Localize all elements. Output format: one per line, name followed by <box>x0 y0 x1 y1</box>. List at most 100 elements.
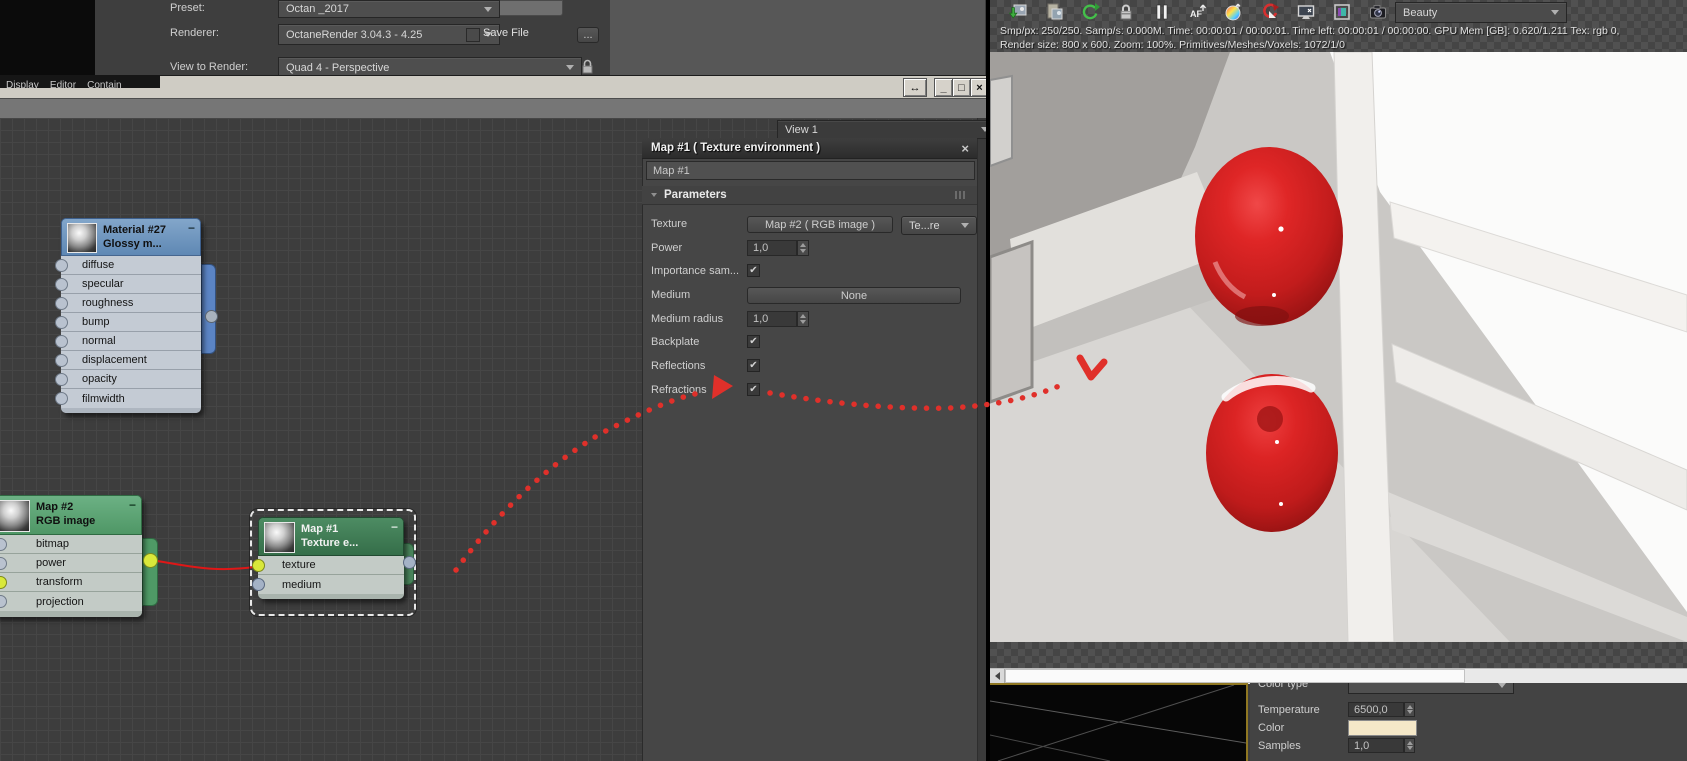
view-tab[interactable]: View 1 <box>777 120 997 139</box>
texture-type-combo[interactable]: Te...re <box>901 216 977 235</box>
render-region-icon[interactable] <box>1260 2 1280 22</box>
samples-spinner[interactable]: 1,0 <box>1348 738 1404 753</box>
collapse-node-icon[interactable]: − <box>391 521 398 533</box>
save-file-checkbox[interactable] <box>466 28 480 42</box>
material-node-header[interactable]: Material #27 Glossy m... − <box>61 218 201 256</box>
map2-node-output-tab[interactable] <box>142 538 158 606</box>
render-pass-dropdown[interactable]: Beauty <box>1395 2 1567 23</box>
spinner-down-icon[interactable] <box>1406 710 1413 715</box>
resize-window-button[interactable]: ↔ <box>903 78 927 97</box>
slot-transform[interactable]: transform <box>0 573 142 592</box>
spinner-up-icon[interactable] <box>800 314 806 318</box>
film-region-icon[interactable] <box>1332 2 1352 22</box>
slot-specular[interactable]: specular <box>61 275 201 294</box>
lock-icon[interactable] <box>1116 2 1136 22</box>
material-pin-filmwidth[interactable] <box>55 392 68 405</box>
refractions-checkbox[interactable]: ✔ <box>747 383 760 396</box>
rollout-grip-icon[interactable] <box>955 191 967 199</box>
medium-radius-label: Medium radius <box>651 313 724 325</box>
preset-dropdown[interactable]: Octan _2017 <box>278 0 500 18</box>
map2-output-pin[interactable] <box>143 553 158 568</box>
map2-node-header[interactable]: Map #2 RGB image − <box>0 495 142 535</box>
spinner-down-icon[interactable] <box>800 249 806 253</box>
map2-node[interactable]: Map #2 RGB image − bitmap power transfor… <box>0 495 142 617</box>
scroll-thumb[interactable] <box>1005 669 1465 683</box>
temperature-spinner[interactable]: 6500,0 <box>1348 702 1404 717</box>
material-pin-diffuse[interactable] <box>55 259 68 272</box>
color-swatch[interactable] <box>1348 720 1417 736</box>
samples-spinner-arrows[interactable] <box>1404 738 1415 753</box>
temperature-label: Temperature <box>1258 704 1320 716</box>
collapse-node-icon[interactable]: − <box>188 222 195 234</box>
render-hscrollbar[interactable] <box>990 668 1687 684</box>
copy-to-clipboard-icon[interactable] <box>1044 2 1064 22</box>
minimize-button[interactable]: _ <box>934 78 953 97</box>
slot-bump[interactable]: bump <box>61 313 201 332</box>
medium-button[interactable]: None <box>747 287 961 304</box>
material-pin-specular[interactable] <box>55 278 68 291</box>
material-pin-opacity[interactable] <box>55 373 68 386</box>
map1-node-header[interactable]: Map #1 Texture e... − <box>258 517 404 556</box>
medium-radius-row: Medium radius <box>651 311 723 327</box>
spinner-up-icon[interactable] <box>800 243 806 247</box>
map1-output-pin[interactable] <box>403 556 416 569</box>
wireframe-viewport[interactable] <box>989 683 1248 761</box>
restart-render-icon[interactable] <box>1080 2 1100 22</box>
spinner-down-icon[interactable] <box>1406 746 1413 751</box>
material-output-pin[interactable] <box>205 310 218 323</box>
medium-row: Medium <box>651 287 690 303</box>
scroll-left-button[interactable] <box>990 669 1005 683</box>
slot-filmwidth[interactable]: filmwidth <box>61 389 201 408</box>
lock-icon <box>582 59 593 74</box>
slot-projection[interactable]: projection <box>0 592 142 611</box>
spinner-down-icon[interactable] <box>800 320 806 324</box>
slot-diffuse[interactable]: diffuse <box>61 256 201 275</box>
material-pin-normal[interactable] <box>55 335 68 348</box>
autofocus-icon[interactable]: AF <box>1188 2 1208 22</box>
material-node-output-tab[interactable] <box>201 264 216 354</box>
temperature-spinner-arrows[interactable] <box>1404 702 1415 717</box>
slot-texture[interactable]: texture <box>258 556 404 575</box>
white-balance-icon[interactable] <box>1224 2 1244 22</box>
material-node[interactable]: Material #27 Glossy m... − diffuse specu… <box>61 218 201 413</box>
material-pin-roughness[interactable] <box>55 297 68 310</box>
map1-node[interactable]: Map #1 Texture e... − texture medium <box>258 517 404 599</box>
slot-opacity[interactable]: opacity <box>61 370 201 389</box>
material-pin-bump[interactable] <box>55 316 68 329</box>
params-title-bar[interactable]: Map #1 ( Texture environment ) × <box>642 138 977 159</box>
save-render-icon[interactable] <box>1008 2 1028 22</box>
slot-power[interactable]: power <box>0 554 142 573</box>
collapse-node-icon[interactable]: − <box>129 499 136 511</box>
slot-medium[interactable]: medium <box>258 575 404 594</box>
render-image[interactable] <box>990 52 1687 642</box>
map1-pin-medium[interactable] <box>252 578 265 591</box>
viewport-lock-button[interactable] <box>579 58 596 76</box>
texture-map-button[interactable]: Map #2 ( RGB image ) <box>747 216 893 233</box>
importance-checkbox[interactable]: ✔ <box>747 264 760 277</box>
medium-radius-spinner-arrows[interactable] <box>797 311 809 327</box>
spinner-up-icon[interactable] <box>1406 740 1413 745</box>
slot-normal[interactable]: normal <box>61 332 201 351</box>
spinner-up-icon[interactable] <box>1406 704 1413 709</box>
medium-radius-spinner[interactable]: 1,0 <box>747 311 797 327</box>
slot-displacement[interactable]: displacement <box>61 351 201 370</box>
color-row: Color <box>1258 720 1284 736</box>
power-spinner-arrows[interactable] <box>797 240 809 256</box>
backplate-checkbox[interactable]: ✔ <box>747 335 760 348</box>
more-button[interactable]: ... <box>577 27 599 43</box>
view-to-render-label: View to Render: <box>170 61 249 73</box>
pause-icon[interactable] <box>1152 2 1172 22</box>
color-type-dropdown[interactable] <box>1348 683 1514 694</box>
params-name-field[interactable]: Map #1 <box>646 161 975 180</box>
close-panel-icon[interactable]: × <box>961 141 969 156</box>
camera-icon[interactable] <box>1368 2 1388 22</box>
parameters-rollout[interactable]: Parameters <box>642 186 977 205</box>
slot-bitmap[interactable]: bitmap <box>0 535 142 554</box>
power-spinner[interactable]: 1,0 <box>747 240 797 256</box>
maximize-button[interactable]: □ <box>952 78 971 97</box>
material-pin-displacement[interactable] <box>55 354 68 367</box>
fullscreen-icon[interactable] <box>1296 2 1316 22</box>
slot-roughness[interactable]: roughness <box>61 294 201 313</box>
map1-pin-texture[interactable] <box>252 559 265 572</box>
reflections-checkbox[interactable]: ✔ <box>747 359 760 372</box>
